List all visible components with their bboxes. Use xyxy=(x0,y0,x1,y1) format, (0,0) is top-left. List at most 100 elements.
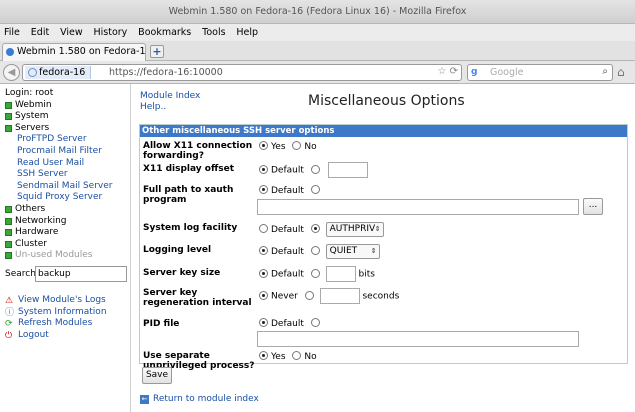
window-title: Webmin 1.580 on Fedora-16 (Fedora Linux … xyxy=(0,0,635,24)
privsep-no-radio[interactable] xyxy=(292,351,302,360)
module-proftpd[interactable]: ProFTPD Server xyxy=(5,134,130,146)
login-label: Login: root xyxy=(5,88,54,98)
loglevel-label: Logging level xyxy=(143,245,212,255)
site-identity-button[interactable]: fedora-16 xyxy=(25,66,92,79)
tab-webmin[interactable]: Webmin 1.580 on Fedora-16 (F... xyxy=(2,43,146,61)
category-hardware-icon xyxy=(5,229,12,237)
loglevel-select[interactable]: QUIET ⇕ xyxy=(325,244,380,259)
power-icon: ⏻ xyxy=(5,330,13,341)
x11-offset-custom-radio[interactable] xyxy=(310,164,320,174)
category-webmin[interactable]: Webmin xyxy=(5,100,130,112)
facility-select[interactable]: AUTHPRIV ⇕ xyxy=(325,222,384,237)
chevron-updown-icon: ⇕ xyxy=(374,225,381,233)
module-squid[interactable]: Squid Proxy Server xyxy=(5,192,130,204)
module-sendmail[interactable]: Sendmail Mail Server xyxy=(5,181,130,193)
globe-icon xyxy=(28,68,37,77)
keyregen-label: Server key regeneration interval xyxy=(143,288,252,308)
home-icon[interactable]: ⌂ xyxy=(617,65,625,79)
facility-default-radio[interactable] xyxy=(259,224,268,233)
back-button[interactable]: ◀ xyxy=(3,64,20,81)
chevron-updown-icon: ⇕ xyxy=(370,247,377,255)
pidfile-default-radio[interactable] xyxy=(259,318,268,327)
menu-edit[interactable]: Edit xyxy=(27,24,53,38)
module-read-user-mail[interactable]: Read User Mail xyxy=(5,158,130,170)
category-networking[interactable]: Networking xyxy=(5,216,130,228)
menu-file[interactable]: File xyxy=(0,24,24,38)
menu-view[interactable]: View xyxy=(56,24,87,38)
module-index-link[interactable]: Module Index xyxy=(140,91,200,102)
system-information-link[interactable]: ⓘ System Information xyxy=(5,307,130,319)
module-search-input[interactable] xyxy=(35,265,127,282)
menu-bar: File Edit View History Bookmarks Tools H… xyxy=(0,24,635,41)
category-webmin-icon xyxy=(5,101,12,109)
category-unused-icon xyxy=(5,252,12,260)
keysize-custom-radio[interactable] xyxy=(310,268,320,278)
xauth-default-radio[interactable] xyxy=(259,185,268,194)
logout-link[interactable]: ⏻ Logout xyxy=(5,330,130,342)
x11-offset-default-radio[interactable] xyxy=(259,164,268,174)
return-to-module-index-link[interactable]: ← Return to module index xyxy=(140,394,259,404)
help-link[interactable]: Help.. xyxy=(140,102,200,113)
keysize-default-radio[interactable] xyxy=(259,268,268,278)
loglevel-default-radio[interactable] xyxy=(259,246,268,255)
x11-label: Allow X11 connection forwarding? xyxy=(143,141,253,161)
xauth-path-input[interactable] xyxy=(257,199,579,215)
page-title: Miscellaneous Options xyxy=(308,93,465,109)
loglevel-custom-radio[interactable] xyxy=(310,246,320,255)
x11-no-radio[interactable] xyxy=(292,141,302,150)
new-tab-button[interactable]: + xyxy=(150,45,164,58)
keyregen-custom-radio[interactable] xyxy=(304,290,314,300)
module-ssh-server[interactable]: SSH Server xyxy=(5,169,130,181)
keyregen-input[interactable] xyxy=(319,288,360,304)
keyregen-never-radio[interactable] xyxy=(259,290,268,300)
tab-bar: Webmin 1.580 on Fedora-16 (F... + xyxy=(0,41,635,61)
module-procmail[interactable]: Procmail Mail Filter xyxy=(5,146,130,158)
options-panel: Other miscellaneous SSH server options A… xyxy=(139,124,628,371)
category-servers-icon xyxy=(5,124,12,132)
url-bar[interactable]: fedora-16 https://fedora-16:10000 ☆ ⟳ xyxy=(22,64,462,81)
navigation-bar: ◀ fedora-16 https://fedora-16:10000 ☆ ⟳ … xyxy=(0,61,635,84)
menu-bookmarks[interactable]: Bookmarks xyxy=(134,24,195,38)
bookmark-star-icon[interactable]: ☆ xyxy=(437,66,446,77)
privsep-yes-radio[interactable] xyxy=(259,351,268,360)
menu-help[interactable]: Help xyxy=(232,24,262,38)
x11-yes-radio[interactable] xyxy=(259,141,268,150)
return-arrow-icon: ← xyxy=(140,395,149,404)
search-icon[interactable]: ⌕ xyxy=(602,66,608,77)
google-engine-icon[interactable]: g xyxy=(471,67,477,77)
category-networking-icon xyxy=(5,217,12,225)
category-others[interactable]: Others xyxy=(5,204,130,216)
refresh-modules-link[interactable]: ⟳ Refresh Modules xyxy=(5,318,130,330)
facility-custom-radio[interactable] xyxy=(310,224,320,233)
panel-title: Other miscellaneous SSH server options xyxy=(140,125,627,137)
search-box[interactable]: g Google ⌕ xyxy=(467,64,613,81)
menu-tools[interactable]: Tools xyxy=(198,24,229,38)
category-unused-modules[interactable]: Un-used Modules xyxy=(5,250,130,262)
tab-label: Webmin 1.580 on Fedora-16 (F... xyxy=(17,46,146,57)
bits-label: bits xyxy=(358,269,375,280)
save-button[interactable]: Save xyxy=(142,367,172,384)
x11-offset-label: X11 display offset xyxy=(143,164,235,174)
category-cluster[interactable]: Cluster xyxy=(5,239,130,251)
pidfile-custom-radio[interactable] xyxy=(310,318,320,327)
site-identity-label: fedora-16 xyxy=(39,67,86,78)
url-text: https://fedora-16:10000 xyxy=(109,67,223,78)
x11-offset-input[interactable] xyxy=(327,162,368,178)
category-system[interactable]: System xyxy=(5,111,130,123)
seconds-label: seconds xyxy=(362,291,400,302)
category-hardware[interactable]: Hardware xyxy=(5,227,130,239)
view-module-logs-link[interactable]: ⚠ View Module's Logs xyxy=(5,295,130,307)
reload-icon[interactable]: ⟳ xyxy=(450,66,458,77)
menu-history[interactable]: History xyxy=(89,24,131,38)
main-content: Module Index Help.. Miscellaneous Option… xyxy=(132,84,635,412)
search-placeholder: Google xyxy=(490,67,524,78)
pidfile-input[interactable] xyxy=(257,331,579,347)
category-servers[interactable]: Servers xyxy=(5,123,130,135)
xauth-custom-radio[interactable] xyxy=(310,185,320,194)
category-cluster-icon xyxy=(5,240,12,248)
xauth-browse-button[interactable]: ... xyxy=(583,198,603,215)
webmin-sidebar: Login: root Webmin System Servers ProFTP… xyxy=(0,84,131,412)
keysize-input[interactable] xyxy=(325,266,356,282)
module-search: Search: xyxy=(5,265,130,283)
pidfile-label: PID file xyxy=(143,319,180,329)
